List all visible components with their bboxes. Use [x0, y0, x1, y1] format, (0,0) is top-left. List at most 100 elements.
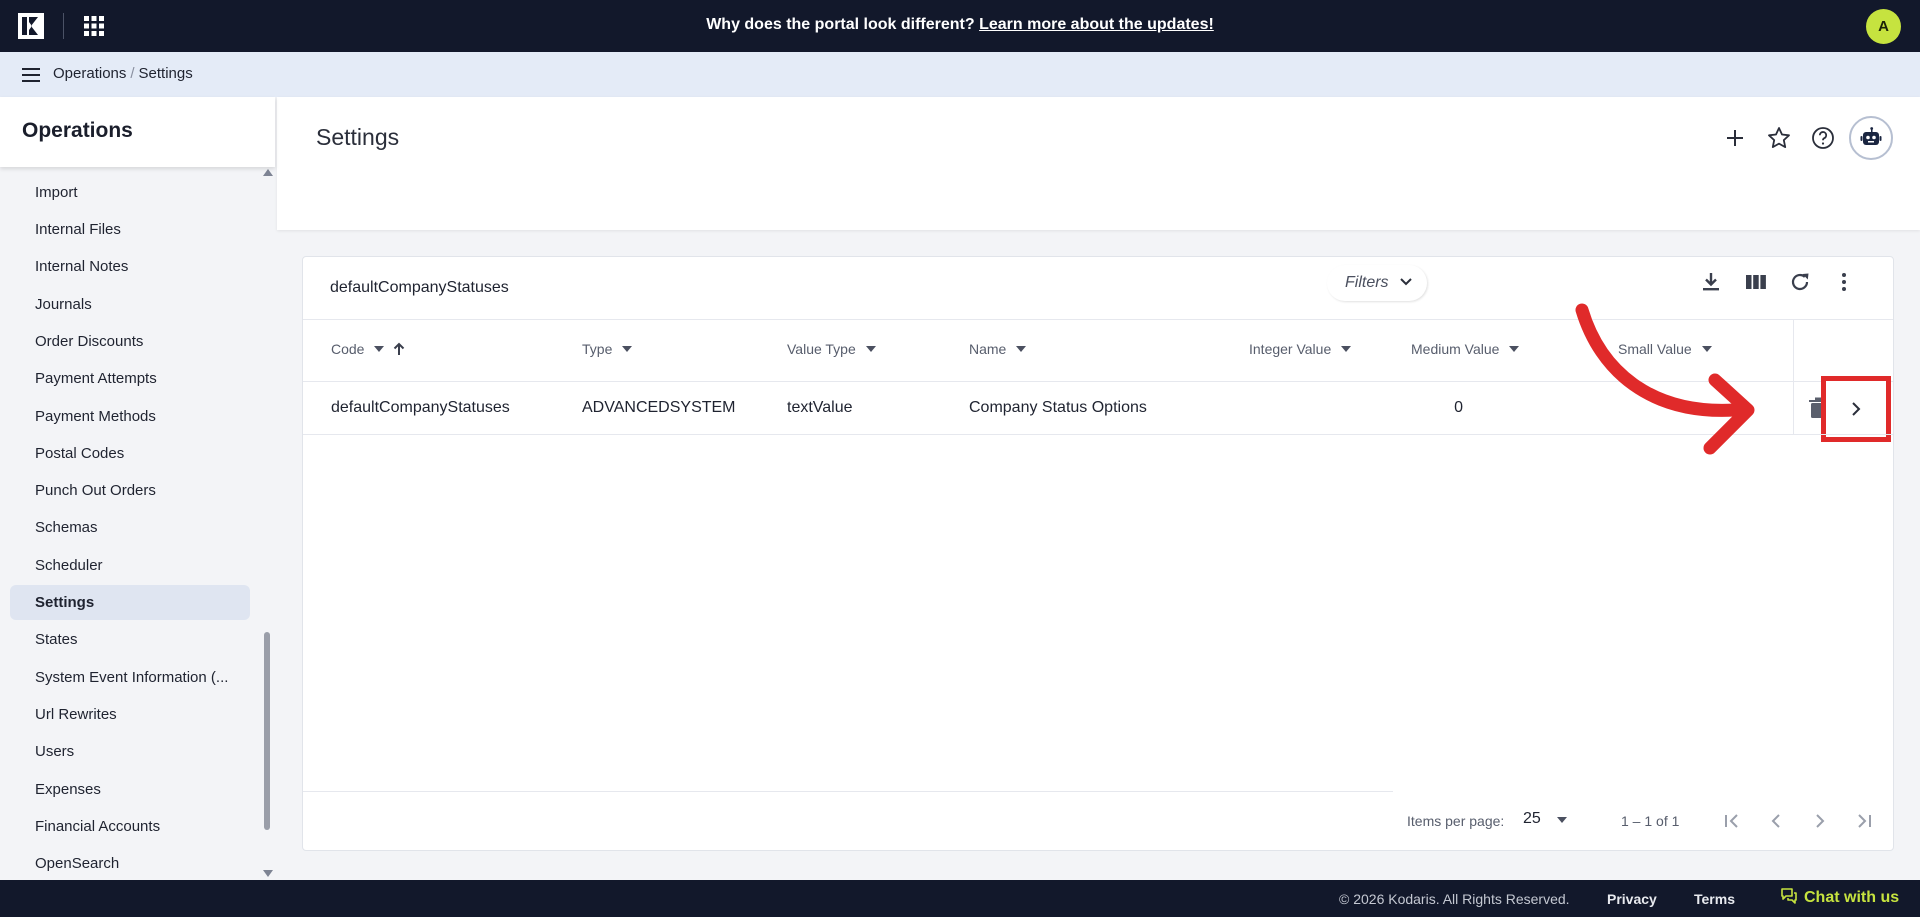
sidebar-list: Import Internal Files Internal Notes Jou… — [0, 167, 262, 880]
sidebar-item-payment-methods[interactable]: Payment Methods — [10, 399, 250, 434]
cell-type: ADVANCEDSYSTEM — [582, 399, 736, 416]
open-row-button[interactable] — [1821, 376, 1891, 442]
terms-link[interactable]: Terms — [1694, 891, 1735, 907]
column-header-medium-value[interactable]: Medium Value — [1411, 341, 1520, 361]
column-header-name[interactable]: Name — [969, 341, 1027, 361]
filters-button[interactable]: Filters — [1327, 265, 1427, 301]
help-icon[interactable] — [1807, 122, 1839, 154]
sidebar-scrollbar[interactable] — [262, 167, 273, 880]
column-header-code-label: Code — [331, 341, 365, 357]
sort-arrow-up-icon[interactable] — [392, 341, 406, 357]
top-bar: Why does the portal look different? Lear… — [0, 0, 1920, 52]
cell-code: defaultCompanyStatuses — [331, 399, 510, 416]
download-icon[interactable] — [1698, 269, 1724, 295]
column-header-integer-value[interactable]: Integer Value — [1249, 341, 1352, 361]
footer-divider — [303, 791, 1393, 792]
page-title: Settings — [316, 124, 400, 150]
column-header-code[interactable]: Code — [331, 341, 406, 361]
chat-button[interactable]: Chat with us — [1780, 887, 1899, 907]
sidebar-item-internal-notes[interactable]: Internal Notes — [10, 249, 250, 284]
breadcrumb-section[interactable]: Operations — [53, 65, 126, 82]
sidebar-item-postal-codes[interactable]: Postal Codes — [10, 436, 250, 471]
sidebar-item-punch-out-orders[interactable]: Punch Out Orders — [10, 473, 250, 508]
robot-icon — [1860, 127, 1882, 145]
scroll-up-arrow-icon[interactable] — [263, 169, 273, 176]
items-per-page-value: 25 — [1523, 810, 1541, 827]
column-menu-icon[interactable] — [1341, 346, 1352, 352]
sidebar-item-system-event-information[interactable]: System Event Information (... — [10, 660, 250, 695]
prev-page-icon[interactable] — [1763, 808, 1789, 834]
sidebar-item-order-discounts[interactable]: Order Discounts — [10, 324, 250, 359]
chevron-down-icon — [1400, 278, 1412, 286]
plus-icon[interactable] — [1719, 122, 1751, 154]
menu-icon[interactable] — [20, 64, 42, 86]
grid-title: defaultCompanyStatuses — [330, 279, 509, 296]
sidebar-item-payment-attempts[interactable]: Payment Attempts — [10, 361, 250, 396]
sidebar-item-import[interactable]: Import — [10, 175, 250, 210]
column-header-small-value-label: Small Value — [1618, 341, 1692, 357]
announcement-text: Why does the portal look different? — [706, 16, 975, 33]
settings-grid-card: defaultCompanyStatuses Filters Code Type… — [302, 256, 1894, 851]
column-header-type[interactable]: Type — [582, 341, 633, 361]
row-divider — [303, 434, 1893, 435]
table-row[interactable]: defaultCompanyStatuses ADVANCEDSYSTEM te… — [303, 382, 1793, 434]
column-header-type-label: Type — [582, 341, 613, 357]
column-header-value-type[interactable]: Value Type — [787, 341, 876, 361]
page-footer: © 2026 Kodaris. All Rights Reserved. Pri… — [0, 880, 1920, 917]
first-page-icon[interactable] — [1719, 808, 1745, 834]
cell-integer-value: 0 — [1454, 399, 1463, 416]
items-per-page-select[interactable]: 25 — [1523, 810, 1583, 828]
breadcrumb: Operations / Settings — [53, 65, 193, 82]
breadcrumb-separator: / — [130, 65, 135, 82]
assistant-button[interactable] — [1849, 116, 1893, 160]
announcement-link[interactable]: Learn more about the updates! — [979, 16, 1214, 33]
column-header-integer-value-label: Integer Value — [1249, 341, 1332, 357]
column-header-small-value[interactable]: Small Value — [1618, 341, 1712, 361]
scroll-down-arrow-icon[interactable] — [263, 870, 273, 877]
column-menu-icon[interactable] — [1701, 346, 1712, 352]
chat-label: Chat with us — [1804, 889, 1900, 906]
sidebar-title: Operations — [22, 119, 133, 142]
user-avatar[interactable]: A — [1866, 9, 1901, 44]
next-page-icon[interactable] — [1807, 808, 1833, 834]
card-header-divider — [303, 319, 1893, 320]
breadcrumb-current: Settings — [138, 65, 193, 82]
items-per-page-label: Items per page: — [1407, 813, 1505, 829]
sidebar-item-opensearch[interactable]: OpenSearch — [10, 846, 250, 880]
last-page-icon[interactable] — [1851, 808, 1877, 834]
sidebar-item-states[interactable]: States — [10, 622, 250, 657]
cell-value-type: textValue — [787, 399, 853, 416]
sidebar-item-users[interactable]: Users — [10, 734, 250, 769]
page-range: 1 – 1 of 1 — [1621, 813, 1680, 829]
sidebar-item-journals[interactable]: Journals — [10, 287, 250, 322]
column-menu-icon[interactable] — [1509, 346, 1520, 352]
page-header: Settings — [277, 97, 1920, 230]
columns-icon[interactable] — [1743, 269, 1769, 295]
star-icon[interactable] — [1763, 122, 1795, 154]
copyright: © 2026 Kodaris. All Rights Reserved. — [1339, 891, 1570, 907]
sidebar-item-url-rewrites[interactable]: Url Rewrites — [10, 697, 250, 732]
select-arrow-icon — [1557, 817, 1567, 823]
filters-label: Filters — [1345, 274, 1389, 291]
column-menu-icon[interactable] — [374, 346, 385, 352]
scrollbar-thumb[interactable] — [264, 632, 270, 830]
more-vert-icon[interactable] — [1831, 269, 1857, 295]
breadcrumb-bar: Operations / Settings — [0, 52, 1920, 97]
chevron-right-icon — [1852, 402, 1861, 416]
sidebar-item-schemas[interactable]: Schemas — [10, 510, 250, 545]
column-menu-icon[interactable] — [865, 346, 876, 352]
privacy-link[interactable]: Privacy — [1607, 891, 1657, 907]
cell-name: Company Status Options — [969, 399, 1147, 416]
announcement-banner: Why does the portal look different? Lear… — [0, 16, 1920, 34]
column-menu-icon[interactable] — [622, 346, 633, 352]
sidebar-item-internal-files[interactable]: Internal Files — [10, 212, 250, 247]
column-header-value-type-label: Value Type — [787, 341, 856, 357]
sidebar-item-settings[interactable]: Settings — [10, 585, 250, 620]
sidebar-item-expenses[interactable]: Expenses — [10, 772, 250, 807]
column-menu-icon[interactable] — [1016, 346, 1027, 352]
sidebar-item-scheduler[interactable]: Scheduler — [10, 548, 250, 583]
sidebar: Operations Import Internal Files Interna… — [0, 97, 275, 880]
sidebar-item-financial-accounts[interactable]: Financial Accounts — [10, 809, 250, 844]
refresh-icon[interactable] — [1787, 269, 1813, 295]
column-header-medium-value-label: Medium Value — [1411, 341, 1500, 357]
